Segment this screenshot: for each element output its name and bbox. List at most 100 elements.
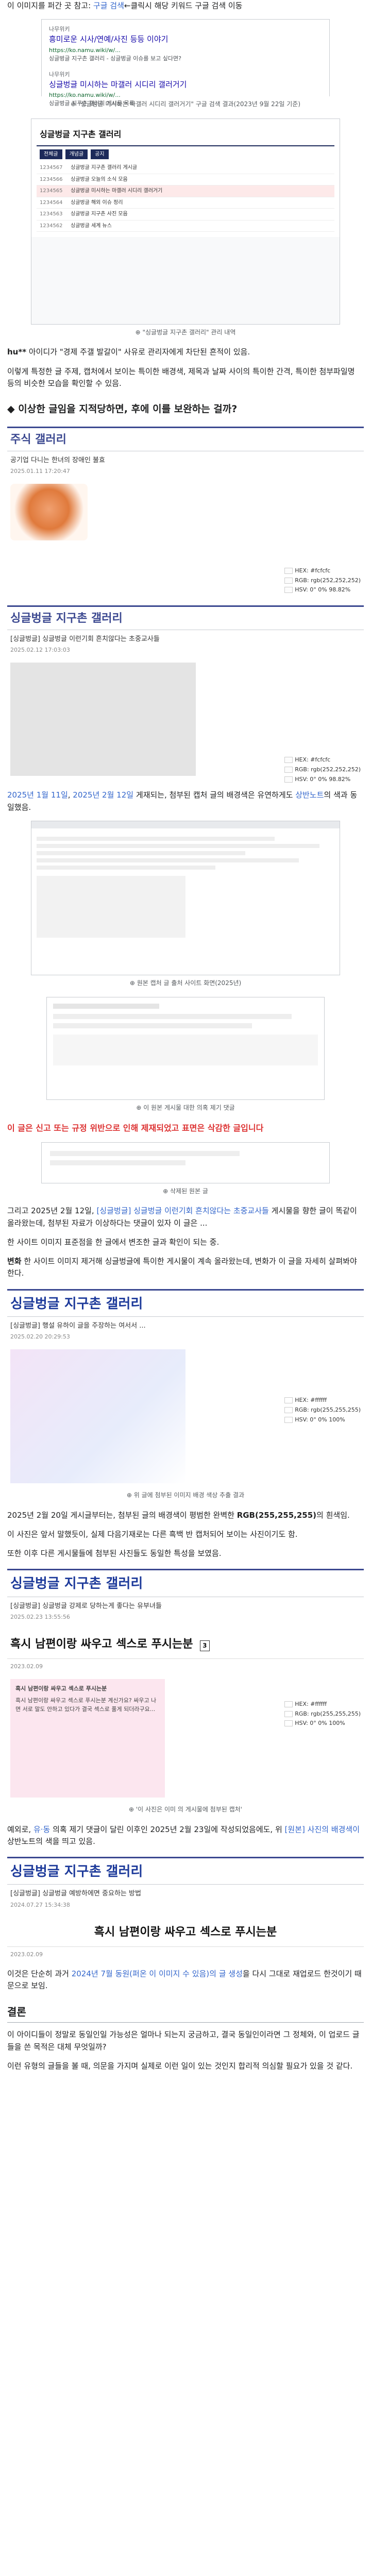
paragraph: 이 사진은 앞서 말했듯이, 실제 다음기재로는 다른 흑백 반 캡처되어 보이… [7, 1529, 298, 1539]
board-row[interactable]: 1234564 싱글벙글 해외 이슈 정리 [37, 197, 334, 209]
paragraph: 한 사이트 이미지 표준점을 한 글에서 변조한 글과 확인이 되는 중. [7, 1237, 220, 1247]
date-link[interactable]: 2025년 1월 11일 [7, 790, 68, 800]
zoom-icon: ⊕ [126, 1492, 134, 1499]
search-result-url: https://ko.namu.wiki/w/... [49, 91, 121, 98]
gallery-post: [싱글벙글] 싱글벙글 강제로 당하는게 좋다는 유부녀들 2025.02.23… [7, 1597, 364, 1803]
post-body: HEX: #fcfcfc RGB: rgb(252,252,252) HSV: … [7, 658, 364, 789]
google-search-link[interactable]: 구글 검색 [93, 1, 124, 10]
search-results-figure: 나무위키 흥미로운 시사/연예/사진 등등 이야기 https://ko.nam… [41, 19, 330, 107]
color-swatch [284, 776, 293, 783]
post-date: 2023.02.09 [10, 1663, 43, 1670]
color-swatch [284, 1416, 293, 1423]
gallery-header: 싱글벙글 지구촌 갤러리 [7, 1569, 364, 1597]
color-readout: HEX: #fcfcfc RGB: rgb(252,252,252) HSV: … [284, 566, 361, 595]
post-title[interactable]: 공기업 다니는 한녀의 장애인 불효 [7, 451, 364, 467]
figure-caption: ⊕ 삭제된 원본 글 [163, 1187, 208, 1195]
post-meta: 2025.02.23 13:55:56 [10, 1613, 70, 1620]
post-link[interactable]: [싱글벙글] 싱글벙글 이런기회 흔치않다는 초중교사들 [96, 1206, 268, 1215]
bullet-icon: ◆ [7, 403, 19, 415]
color-swatch [284, 1701, 293, 1708]
color-readout: HEX: #fcfcfc RGB: rgb(252,252,252) HSV: … [284, 755, 361, 784]
post-date: 2023.02.09 [10, 1951, 43, 1958]
figure-caption: ⊕ "싱글벙글 지구촌 갤러리" 관리 내역 [135, 328, 236, 336]
search-result-title[interactable]: 흥미로운 시사/연예/사진 등등 이야기 [49, 33, 322, 45]
post-meta: 2025.01.11 17:20:47 [10, 467, 70, 474]
paragraph: 변화 한 사이트 이미지 제거해 싱글벙글에 특이한 게시물이 계속 올라왔는데… [7, 1257, 357, 1278]
post-image [10, 663, 196, 776]
board-figure: 싱글벙글 지구촌 갤러리 전체글 개념글 공지 1234567 싱글벙글 지구촌 … [31, 118, 340, 325]
board-mock: 싱글벙글 지구촌 갤러리 전체글 개념글 공지 1234567 싱글벙글 지구촌 … [31, 118, 340, 238]
board-tab[interactable]: 개념글 [65, 149, 88, 160]
post-body: HEX: #fcfcfc RGB: rgb(252,252,252) HSV: … [7, 480, 364, 600]
color-swatch [284, 1397, 293, 1404]
deleted-post-mock [42, 1143, 329, 1174]
intro-prefix: 이 이미지를 퍼간 곳 참고: [7, 1, 93, 10]
paragraph: hu** 아이디가 "경제 주갤 발갈이" 사유로 관리자에게 차단된 흔적이 … [7, 347, 250, 357]
removed-notice: 이 글은 신고 또는 규정 위반으로 인해 제재되었고 표면은 삭감한 글입니다 [7, 1123, 264, 1133]
color-swatch [284, 757, 293, 764]
post-title[interactable]: [싱글벙글] 싱글벙글 강제로 당하는게 좋다는 유부녀들 [7, 1597, 364, 1613]
zoom-icon: ⊕ [163, 1187, 170, 1195]
figure-caption: ⊕ 원본 캡처 글 출처 사이트 화면(2025년) [129, 979, 242, 987]
post-title[interactable]: [싱글벙글] 싱글벙글 예방하에면 중요하는 방법 [7, 1885, 364, 1900]
zoom-icon: ⊕ [136, 1104, 144, 1112]
gallery-header: 싱글벙글 지구촌 갤러리 [7, 605, 364, 631]
color-swatch [284, 1710, 293, 1717]
board-row[interactable]: 1234563 싱글벙글 지구촌 사진 모음 [37, 209, 334, 221]
comment-figure [46, 997, 325, 1100]
paragraph: 이렇게 특정한 글 주제, 캡처에서 보이는 특이한 배경색, 제목과 날짜 사… [7, 366, 355, 388]
post-body: 흑시 남편이랑 싸우고 섹스로 푸시는분 흑시 남편이랑 싸우고 섹스로 푸시는… [7, 1675, 364, 1803]
gallery-header: 주식 갤러리 [7, 426, 364, 451]
color-swatch [284, 567, 293, 574]
post-title[interactable]: [싱글벙글] 행설 유하이 글을 주장하는 여서서 ... [7, 1317, 364, 1332]
board-row[interactable]: 1234567 싱글벙글 지구촌 갤러리 게시글 [37, 162, 334, 174]
page: 이 이미지를 퍼간 곳 참고: 구글 검색←클릭시 해당 키워드 구글 검색 이… [0, 0, 371, 2100]
gallery-post: [싱글벙글] 싱글벙글 이런기회 흔치않다는 초중교사들 2025.02.12 … [7, 630, 364, 789]
post-big-title: 흑시 남편이랑 싸우고 섹스로 푸시는분 3 [7, 1625, 364, 1659]
board-tab[interactable]: 전체글 [40, 149, 62, 160]
date-link[interactable]: 2025년 2월 12일 [73, 790, 133, 800]
conclusion-heading: 결론 [7, 2004, 364, 2023]
search-result-snippet: 싱글벙글 지구촌 갤러리 - 싱글벙글 이슈를 보고 싶다면? [49, 55, 181, 62]
post-big-title: 흑시 남편이랑 싸우고 섹스로 푸시는분 [7, 1913, 364, 1947]
search-result-site: 나무위키 [49, 26, 70, 33]
search-result-url: https://ko.namu.wiki/w/... [49, 46, 121, 54]
board-tab[interactable]: 공지 [91, 149, 109, 160]
paragraph: 이것은 단순히 과거 2024년 7월 동원(퍼온 이 이미지 수 있음)의 글… [7, 1969, 362, 1991]
figure-caption: ⊕ '이 사진은 이미 의 게시물에 첨부된 캡처' [128, 1806, 242, 1814]
search-result-1: 나무위키 흥미로운 시사/연예/사진 등등 이야기 https://ko.nam… [49, 25, 322, 62]
color-link[interactable]: 상반노트 [295, 790, 324, 800]
article-content: 이 이미지를 퍼간 곳 참고: 구글 검색←클릭시 해당 키워드 구글 검색 이… [0, 0, 371, 2100]
post-meta: 2024.07.27 15:34:38 [10, 1901, 70, 1908]
color-swatch [284, 766, 293, 773]
user-id: hu** [7, 347, 27, 357]
post-image [10, 1349, 185, 1484]
color-swatch [284, 1406, 293, 1413]
color-swatch [284, 587, 293, 594]
gallery-header: 싱글벙글 지구촌 갤러리 [7, 1857, 364, 1885]
post-title[interactable]: [싱글벙글] 싱글벙글 이런기회 흔치않다는 초중교사들 [7, 630, 364, 646]
source-site-body [31, 828, 340, 949]
paragraph: 예외로, 유·동 의혹 제기 댓글이 달린 이후인 2025년 2월 23일에 … [7, 1824, 360, 1846]
paragraph: 또한 이후 다른 게시물들에 첨부된 사진들도 동일한 특성을 보였음. [7, 1549, 222, 1558]
search-results-box: 나무위키 흥미로운 시사/연예/사진 등등 이야기 https://ko.nam… [42, 20, 329, 107]
source-site-figure [31, 820, 340, 975]
gallery-post: 공기업 다니는 한녀의 장애인 불효 2025.01.11 17:20:47 H… [7, 451, 364, 600]
board-row-highlighted[interactable]: 1234565 싱글벙글 미시하는 마갤러 시디리 갤러거기 [37, 185, 334, 197]
search-result-title[interactable]: 싱글벙글 미시하는 마갤러 시디리 갤러거기 [49, 79, 322, 91]
board-row[interactable]: 1234566 싱글벙글 오늘의 소식 모음 [37, 174, 334, 186]
paragraph: 이런 유형의 글들을 볼 때, 의문을 가지며 실제로 이런 일이 있는 것인지… [7, 2061, 353, 2071]
badge-icon: 3 [200, 1640, 210, 1651]
paragraph: 그리고 2025년 2월 12일, [싱글벙글] 싱글벙글 이런기회 흔치않다는… [7, 1206, 357, 1228]
post-meta: 2025.02.12 17:03:03 [10, 647, 70, 654]
comment-mock [47, 997, 324, 1072]
zoom-icon: ⊕ [128, 1806, 136, 1814]
browser-bar [31, 821, 340, 828]
figure-caption: ⊕ 위 글에 첨부된 이미지 배경 색상 추출 결과 [126, 1492, 245, 1499]
figure-caption: ⊕ 이 원본 게시물 대한 의혹 제기 댓글 [136, 1104, 235, 1112]
gallery-header: 싱글벙글 지구촌 갤러리 [7, 1289, 364, 1317]
color-readout: HEX: #ffffff RGB: rgb(255,255,255) HSV: … [284, 1396, 361, 1425]
board-row[interactable]: 1234562 싱글벙글 세계 뉴스 [37, 221, 334, 232]
post-meta: 2025.02.20 20:29:53 [10, 1333, 70, 1341]
paragraph: 2025년 1월 11일, 2025년 2월 12일 게재되는, 첨부된 캡처 … [7, 790, 358, 812]
